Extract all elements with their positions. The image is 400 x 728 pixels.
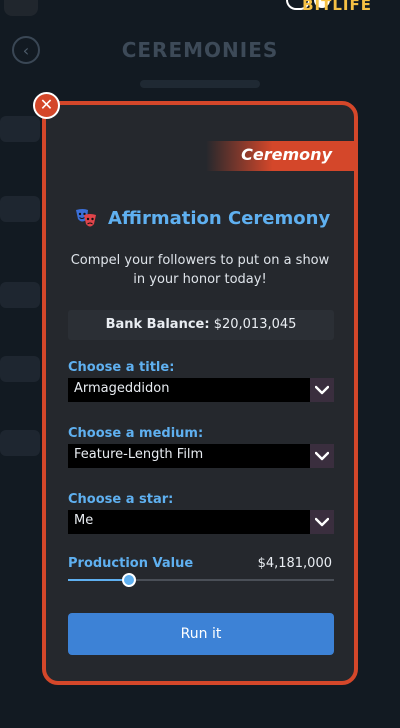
medium-select[interactable]: Feature-Length Film xyxy=(68,444,334,468)
background-subtitle xyxy=(140,80,260,88)
bank-balance-label: Bank Balance: xyxy=(105,317,210,332)
modal-title-row: Affirmation Ceremony xyxy=(74,203,330,233)
bank-balance-value: $20,013,045 xyxy=(213,317,297,332)
modal-badge: Ceremony xyxy=(206,141,354,171)
ceremony-modal: Ceremony Affirmation Ceremony Compel you… xyxy=(42,101,358,685)
run-it-button[interactable]: Run it xyxy=(68,613,334,655)
modal-title: Affirmation Ceremony xyxy=(108,207,331,229)
title-field-label: Choose a title: xyxy=(68,360,175,375)
production-value-label: Production Value xyxy=(68,556,194,571)
close-icon: ✕ xyxy=(39,95,54,114)
medium-select-caret[interactable] xyxy=(310,444,334,468)
title-select-value: Armageddidon xyxy=(74,381,170,396)
title-select[interactable]: Armageddidon xyxy=(68,378,334,402)
slider-thumb[interactable] xyxy=(122,573,137,587)
background-status-blob xyxy=(4,0,38,16)
background-row xyxy=(0,196,40,222)
production-value-amount: $4,181,000 xyxy=(257,556,332,571)
background-row xyxy=(0,116,40,142)
medium-select-value: Feature-Length Film xyxy=(74,447,204,462)
background-row xyxy=(0,282,40,308)
chevron-down-icon xyxy=(315,385,329,395)
star-field-label: Choose a star: xyxy=(68,492,174,507)
production-value-slider[interactable] xyxy=(68,573,334,587)
background-row xyxy=(0,430,40,456)
star-select[interactable]: Me xyxy=(68,510,334,534)
title-select-caret[interactable] xyxy=(310,378,334,402)
theater-masks-icon xyxy=(76,209,96,227)
close-button[interactable]: ✕ xyxy=(33,92,60,119)
modal-badge-label: Ceremony xyxy=(241,145,332,164)
app-logo: BITLIFE xyxy=(302,0,372,14)
star-select-value: Me xyxy=(74,513,94,528)
bank-balance: Bank Balance: $20,013,045 xyxy=(68,310,334,340)
medium-field-label: Choose a medium: xyxy=(68,426,204,441)
star-select-caret[interactable] xyxy=(310,510,334,534)
modal-description: Compel your followers to put on a show i… xyxy=(70,253,330,287)
background-row xyxy=(0,356,40,382)
background-page-title: CEREMONIES xyxy=(121,38,279,62)
chevron-down-icon xyxy=(315,517,329,527)
slider-fill xyxy=(68,579,130,581)
chevron-down-icon xyxy=(315,451,329,461)
